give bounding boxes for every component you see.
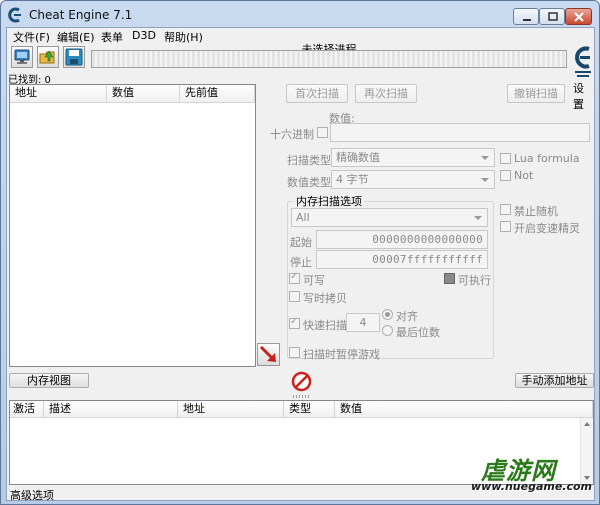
red-arrow-icon: [259, 345, 276, 362]
stop-label: 停止: [290, 256, 312, 269]
column-address[interactable]: 地址: [178, 401, 284, 418]
fast-scan-input[interactable]: 4: [346, 313, 380, 332]
add-address-button[interactable]: 手动添加地址: [515, 373, 594, 388]
last-digits-radio[interactable]: [382, 325, 393, 336]
memory-scan-options-title: 内存扫描选项: [294, 193, 364, 209]
column-address[interactable]: 地址: [10, 85, 107, 103]
start-label: 起始: [290, 236, 312, 249]
close-button[interactable]: [565, 8, 592, 25]
writable-checkbox[interactable]: [289, 271, 300, 284]
results-list[interactable]: 地址 数值 先前值: [9, 84, 256, 367]
first-scan-button[interactable]: 首次扫描: [286, 84, 348, 103]
hex-label: 十六进制: [270, 128, 314, 141]
value-input[interactable]: [330, 123, 590, 142]
scan-type-label: 扫描类型: [287, 154, 331, 167]
speedhack-checkbox[interactable]: [500, 221, 511, 232]
watermark-url: www.nuegame.com: [471, 480, 593, 493]
writable-label: 可写: [303, 274, 325, 287]
value-type-label: 数值类型: [287, 176, 331, 189]
client-area: 文件(F) 编辑(E) 表单 D3D 帮助(H) 设置 已找到: 0 地址 数值…: [6, 27, 595, 503]
disable-random-checkbox[interactable]: [500, 204, 511, 215]
cheat-engine-icon: [8, 7, 21, 23]
next-scan-button[interactable]: 再次扫描: [355, 84, 417, 103]
maximize-icon: [548, 12, 558, 21]
column-description[interactable]: 描述: [44, 401, 178, 418]
save-icon: [65, 48, 83, 66]
open-process-button[interactable]: [11, 46, 33, 68]
maximize-button[interactable]: [539, 8, 565, 25]
value-type-select[interactable]: 4 字节: [331, 170, 495, 189]
computer-icon: [14, 49, 30, 64]
open-file-button[interactable]: [37, 46, 59, 68]
align-label: 对齐: [396, 310, 418, 323]
column-previous[interactable]: 先前值: [180, 85, 255, 103]
column-type[interactable]: 类型: [284, 401, 335, 418]
window-title: Cheat Engine 7.1: [29, 8, 133, 22]
process-progress-bar: [91, 50, 567, 68]
main-window: Cheat Engine 7.1 文件(F) 编辑(E) 表单 D3D 帮助(H…: [0, 0, 600, 505]
last-digits-label: 最后位数: [396, 326, 440, 339]
hex-checkbox[interactable]: [317, 127, 328, 138]
memory-region-select[interactable]: All: [291, 208, 488, 227]
undo-scan-button[interactable]: 撤销扫描: [507, 84, 565, 103]
lua-formula-checkbox[interactable]: [500, 153, 511, 164]
column-value[interactable]: 数值: [335, 401, 593, 418]
column-value[interactable]: 数值: [107, 85, 180, 103]
executable-checkbox[interactable]: [444, 273, 455, 284]
advanced-options-link[interactable]: 高级选项: [10, 487, 54, 503]
not-checkbox[interactable]: [500, 170, 511, 181]
menu-edit[interactable]: 编辑(E): [57, 29, 95, 45]
settings-link[interactable]: 设置: [573, 80, 594, 112]
lua-formula-label: Lua formula: [514, 152, 580, 165]
minimize-icon: [523, 19, 531, 21]
pause-game-label: 扫描时暂停游戏: [303, 348, 380, 361]
speedhack-label: 开启变速精灵: [514, 222, 580, 235]
copy-on-write-checkbox[interactable]: [289, 291, 300, 302]
menu-file[interactable]: 文件(F): [13, 29, 50, 45]
memory-view-button[interactable]: 内存视图: [9, 373, 89, 388]
scan-type-select[interactable]: 精确数值: [331, 148, 495, 167]
watermark: 虐游网 www.nuegame.com: [471, 451, 596, 501]
copy-on-write-label: 写时拷贝: [303, 292, 347, 305]
start-address-input[interactable]: 0000000000000000: [316, 230, 488, 249]
fast-scan-label: 快速扫描: [303, 319, 347, 332]
disable-random-label: 禁止随机: [514, 205, 558, 218]
fast-scan-checkbox[interactable]: [289, 316, 300, 329]
clear-list-icon[interactable]: [291, 371, 312, 392]
executable-label: 可执行: [458, 274, 491, 287]
pause-game-checkbox[interactable]: [289, 347, 300, 358]
save-button[interactable]: [63, 46, 85, 68]
align-radio[interactable]: [382, 309, 393, 320]
splitter-handle[interactable]: [293, 395, 311, 398]
add-to-list-button[interactable]: [257, 343, 280, 366]
stop-address-input[interactable]: 00007fffffffffff: [316, 250, 488, 269]
not-label: Not: [514, 169, 534, 182]
column-active[interactable]: 激活: [10, 401, 44, 418]
minimize-button[interactable]: [513, 8, 539, 25]
open-folder-icon: [39, 50, 55, 64]
title-bar: Cheat Engine 7.1: [1, 1, 599, 29]
close-icon: [574, 12, 584, 22]
cheat-engine-logo-icon[interactable]: [572, 44, 594, 78]
